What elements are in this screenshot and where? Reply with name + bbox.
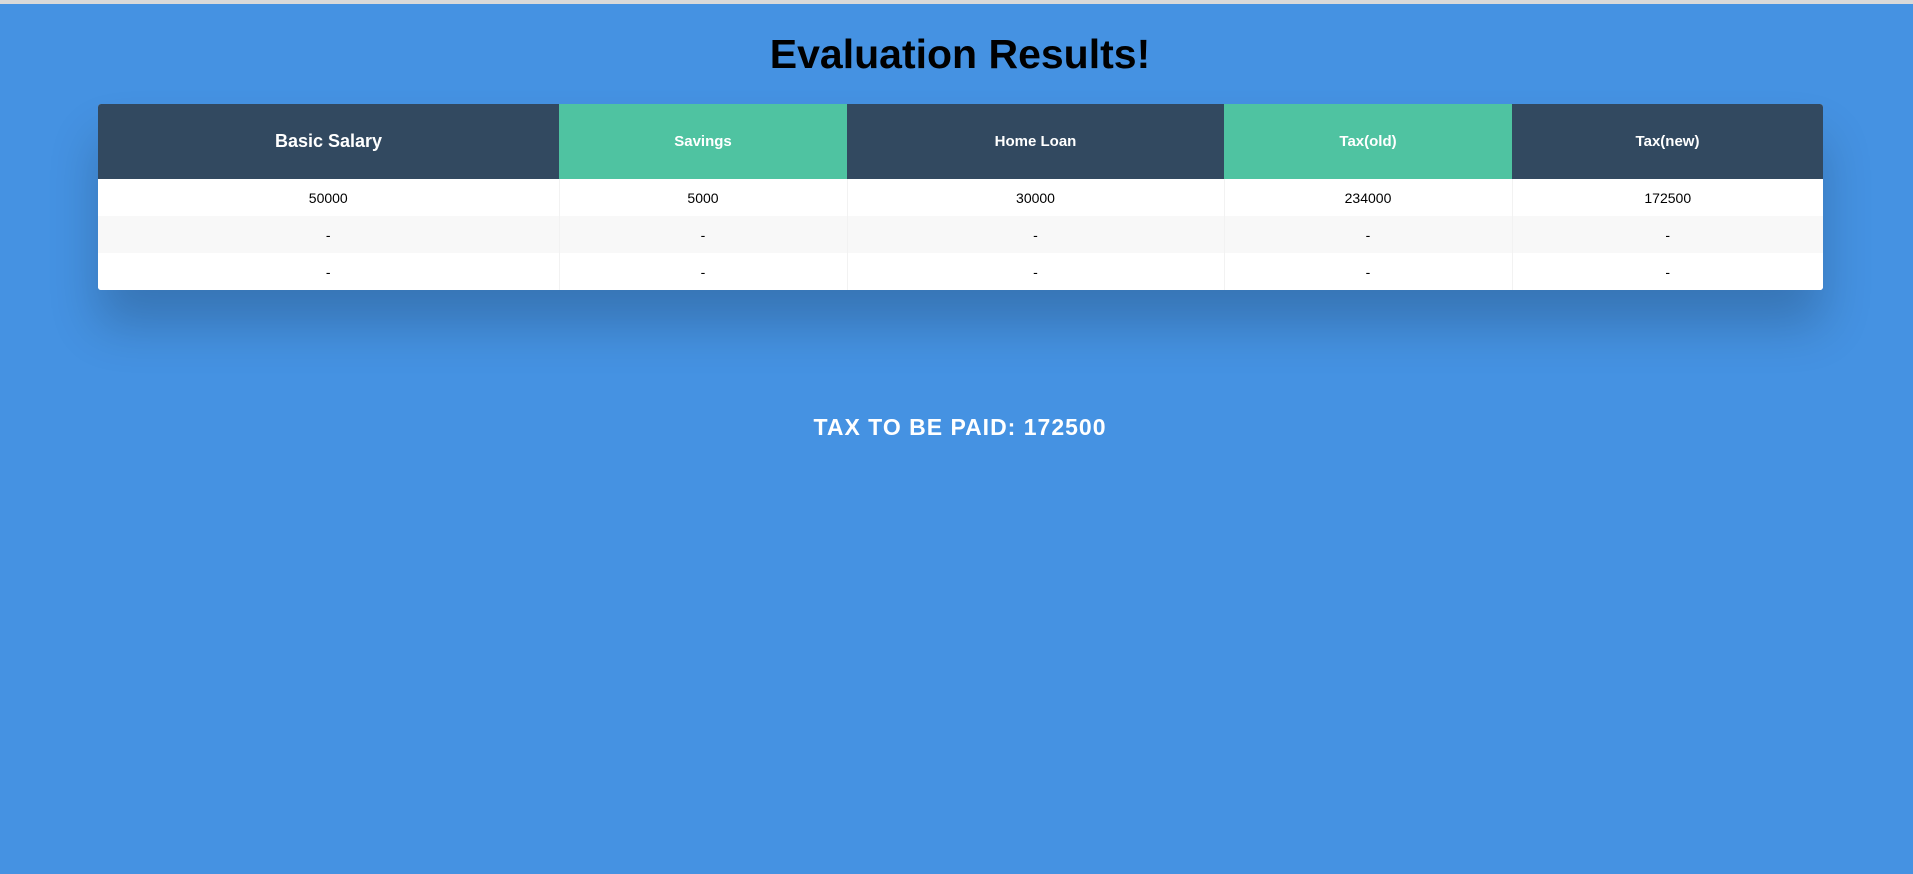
- cell-home-loan: 30000: [847, 179, 1225, 216]
- header-basic-salary: Basic Salary: [98, 104, 559, 179]
- header-home-loan: Home Loan: [847, 104, 1224, 179]
- table-row: - - - - -: [98, 253, 1823, 290]
- table-row: - - - - -: [98, 216, 1823, 253]
- cell-tax-old: -: [1224, 216, 1513, 253]
- cell-tax-new: 172500: [1512, 179, 1823, 216]
- cell-savings: -: [559, 253, 848, 290]
- header-tax-old: Tax(old): [1224, 104, 1512, 179]
- cell-basic-salary: 50000: [98, 179, 560, 216]
- top-border: [0, 0, 1913, 4]
- cell-tax-old: -: [1224, 253, 1513, 290]
- cell-tax-old: 234000: [1224, 179, 1513, 216]
- table-row: 50000 5000 30000 234000 172500: [98, 179, 1823, 216]
- header-savings: Savings: [559, 104, 847, 179]
- cell-savings: 5000: [559, 179, 848, 216]
- header-tax-new: Tax(new): [1512, 104, 1823, 179]
- cell-basic-salary: -: [98, 216, 560, 253]
- page-title: Evaluation Results!: [769, 31, 1151, 77]
- cell-home-loan: -: [847, 253, 1225, 290]
- results-table: Basic Salary Savings Home Loan Tax(old) …: [98, 104, 1823, 290]
- table-header-row: Basic Salary Savings Home Loan Tax(old) …: [98, 104, 1823, 179]
- results-table-container: Basic Salary Savings Home Loan Tax(old) …: [98, 104, 1823, 290]
- cell-savings: -: [559, 216, 848, 253]
- cell-tax-new: -: [1512, 216, 1823, 253]
- cell-basic-salary: -: [98, 253, 560, 290]
- tax-to-pay-text: TAX TO BE PAID: 172500: [813, 414, 1107, 440]
- cell-home-loan: -: [847, 216, 1225, 253]
- cell-tax-new: -: [1512, 253, 1823, 290]
